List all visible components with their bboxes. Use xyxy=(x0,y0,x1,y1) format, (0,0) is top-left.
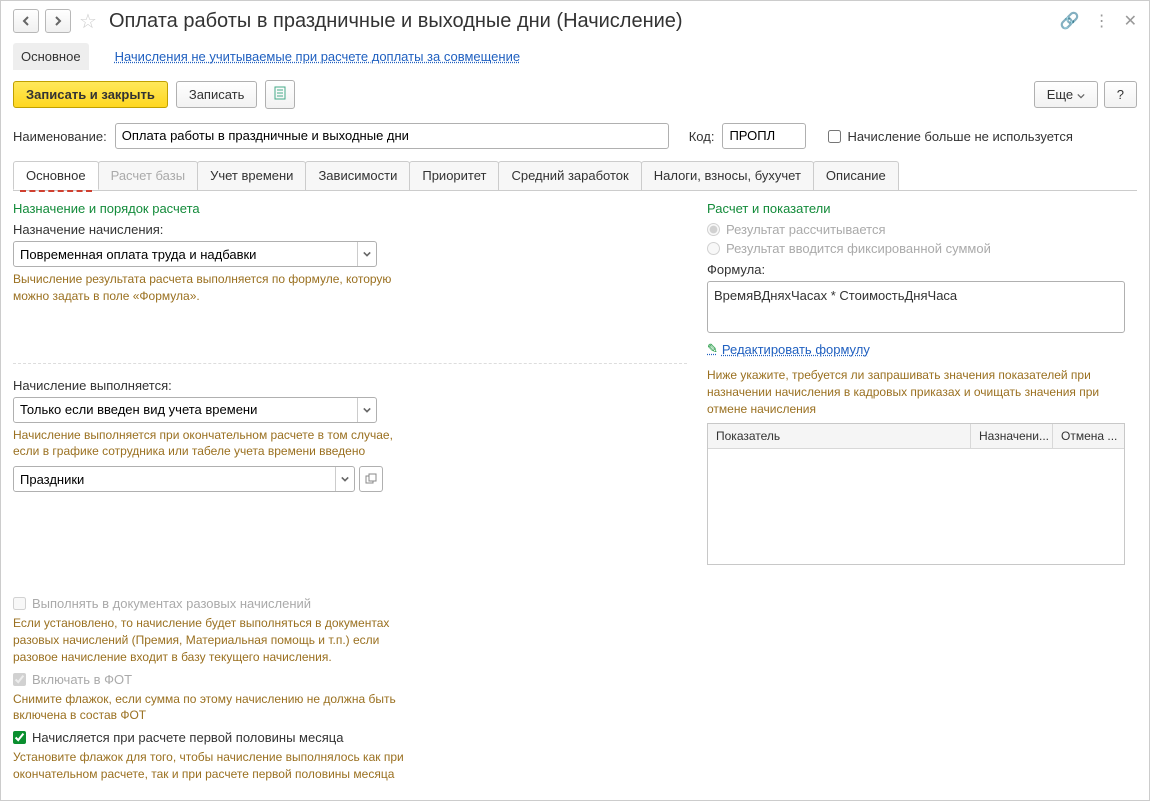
left-section-title: Назначение и порядок расчета xyxy=(13,201,687,216)
save-close-button[interactable]: Записать и закрыть xyxy=(13,81,168,108)
formula-label: Формула: xyxy=(707,262,1137,277)
report-button[interactable] xyxy=(265,80,295,109)
right-column: Расчет и показатели Результат рассчитыва… xyxy=(707,201,1137,783)
tab-avg[interactable]: Средний заработок xyxy=(498,161,641,190)
nav-link[interactable]: Начисления не учитываемые при расчете до… xyxy=(107,43,529,70)
col-indicator[interactable]: Показатель xyxy=(708,424,971,448)
link-icon[interactable]: 🔗 xyxy=(1060,11,1080,31)
help-button[interactable]: ? xyxy=(1104,81,1137,108)
right-section-title: Расчет и показатели xyxy=(707,201,1137,216)
col-cancel[interactable]: Отмена ... xyxy=(1053,424,1124,448)
radio-fixed: Результат вводится фиксированной суммой xyxy=(707,241,1137,256)
exec-type-select[interactable] xyxy=(13,466,355,492)
forward-button[interactable] xyxy=(45,9,71,33)
more-button[interactable]: Еще xyxy=(1034,81,1098,108)
left-column: Назначение и порядок расчета Назначение … xyxy=(13,201,687,783)
name-input[interactable] xyxy=(115,123,669,149)
tab-desc[interactable]: Описание xyxy=(813,161,899,190)
cb-once-docs: Выполнять в документах разовых начислени… xyxy=(13,596,687,611)
not-used-check[interactable] xyxy=(828,130,841,143)
toolbar: Записать и закрыть Записать Еще ? xyxy=(1,70,1149,119)
edit-formula-link[interactable]: ✎ Редактировать формулу xyxy=(707,341,1137,357)
purpose-label: Назначение начисления: xyxy=(13,222,687,237)
back-button[interactable] xyxy=(13,9,39,33)
tab-main[interactable]: Основное xyxy=(13,161,99,190)
name-row: Наименование: Код: Начисление больше не … xyxy=(1,119,1149,153)
section-nav: Основное Начисления не учитываемые при р… xyxy=(1,39,1149,70)
chevron-down-icon[interactable] xyxy=(335,467,354,491)
window: ☆ Оплата работы в праздничные и выходные… xyxy=(0,0,1150,801)
radio-calc: Результат рассчитывается xyxy=(707,222,1137,237)
name-label: Наименование: xyxy=(13,129,107,144)
tabs: Основное Расчет базы Учет времени Зависи… xyxy=(1,161,1149,190)
cb2-hint: Снимите флажок, если сумма по этому начи… xyxy=(13,691,413,725)
chevron-down-icon[interactable] xyxy=(357,398,376,422)
page-title: Оплата работы в праздничные и выходные д… xyxy=(109,10,683,33)
close-icon[interactable]: ✕ xyxy=(1124,11,1137,31)
pencil-icon: ✎ xyxy=(707,341,718,357)
not-used-checkbox[interactable]: Начисление больше не используется xyxy=(828,129,1072,144)
cb-fot: Включать в ФОТ xyxy=(13,672,687,687)
chevron-down-icon[interactable] xyxy=(357,242,376,266)
col-assign[interactable]: Назначени... xyxy=(971,424,1053,448)
exec-select[interactable] xyxy=(13,397,377,423)
open-button[interactable] xyxy=(359,466,383,492)
code-label: Код: xyxy=(689,129,715,144)
grid-header: Показатель Назначени... Отмена ... xyxy=(708,424,1124,449)
content: Назначение и порядок расчета Назначение … xyxy=(1,191,1149,783)
exec-hint: Начисление выполняется при окончательном… xyxy=(13,427,413,461)
exec-label: Начисление выполняется: xyxy=(13,378,687,393)
grid-hint: Ниже укажите, требуется ли запрашивать з… xyxy=(707,367,1127,417)
tab-taxes[interactable]: Налоги, взносы, бухучет xyxy=(641,161,814,190)
indicators-grid[interactable]: Показатель Назначени... Отмена ... xyxy=(707,423,1125,565)
favorite-icon[interactable]: ☆ xyxy=(77,10,99,32)
purpose-hint: Вычисление результата расчета выполняетс… xyxy=(13,271,413,305)
code-input[interactable] xyxy=(722,123,806,149)
formula-box[interactable]: ВремяВДняхЧасах * СтоимостьДняЧаса xyxy=(707,281,1125,333)
save-button[interactable]: Записать xyxy=(176,81,258,108)
tab-time[interactable]: Учет времени xyxy=(197,161,306,190)
tab-base[interactable]: Расчет базы xyxy=(98,161,199,190)
cb-half-month[interactable]: Начисляется при расчете первой половины … xyxy=(13,730,687,745)
cb3-hint: Установите флажок для того, чтобы начисл… xyxy=(13,749,413,783)
cb1-hint: Если установлено, то начисление будет вы… xyxy=(13,615,413,665)
tab-priority[interactable]: Приоритет xyxy=(409,161,499,190)
titlebar: ☆ Оплата работы в праздничные и выходные… xyxy=(1,1,1149,39)
tab-deps[interactable]: Зависимости xyxy=(305,161,410,190)
nav-main[interactable]: Основное xyxy=(13,43,89,70)
kebab-icon[interactable]: ⋮ xyxy=(1094,11,1110,31)
purpose-select[interactable] xyxy=(13,241,377,267)
